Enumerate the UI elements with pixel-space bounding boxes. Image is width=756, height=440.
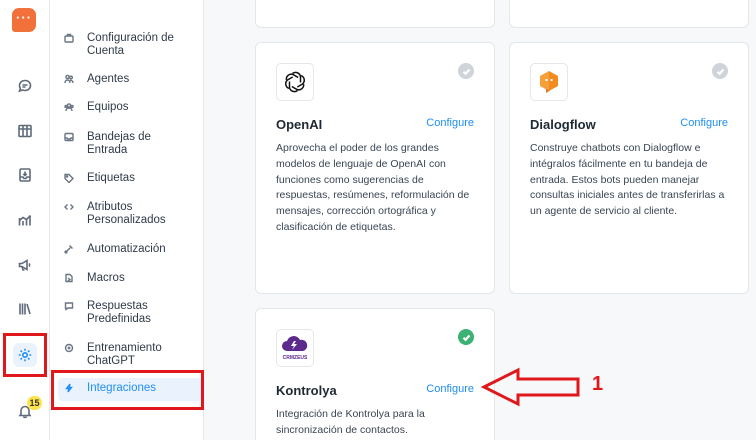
sidebar-item-account-settings[interactable]: Configuración de Cuenta bbox=[58, 32, 202, 58]
code-icon bbox=[64, 202, 78, 216]
app-logo[interactable]: ··· bbox=[12, 8, 36, 32]
dialogflow-logo-icon bbox=[530, 63, 568, 101]
notification-badge: 15 bbox=[27, 396, 42, 410]
card-description: Construye chatbots con Dialogflow e inté… bbox=[530, 142, 725, 218]
automation-icon bbox=[64, 244, 78, 258]
status-check-icon bbox=[458, 63, 474, 79]
kanban-icon[interactable] bbox=[13, 119, 37, 143]
sidebar-item-label: Entrenamiento ChatGPT bbox=[87, 342, 162, 367]
sidebar-item-automation[interactable]: Automatización bbox=[58, 243, 202, 258]
team-icon bbox=[64, 102, 78, 116]
integration-card-partial bbox=[255, 0, 495, 28]
tag-icon bbox=[64, 173, 78, 187]
annotation-highlight-settings bbox=[3, 333, 47, 377]
configure-link[interactable]: Configure bbox=[426, 117, 474, 129]
sidebar-item-label: Atributos Personalizados bbox=[87, 201, 166, 226]
sidebar-item-canned-responses[interactable]: Respuestas Predefinidas bbox=[58, 300, 202, 326]
people-icon bbox=[64, 74, 78, 88]
configure-link[interactable]: Configure bbox=[680, 117, 728, 129]
ai-icon bbox=[64, 343, 78, 357]
sidebar-item-inboxes[interactable]: Bandejas de Entrada bbox=[58, 131, 202, 157]
sidebar-item-label: Etiquetas bbox=[87, 172, 135, 184]
macro-icon bbox=[64, 273, 78, 287]
sidebar-item-label: Respuestas Predefinidas bbox=[87, 300, 151, 325]
card-description: Integración de Kontrolya para la sincron… bbox=[276, 408, 425, 436]
sidebar-item-label: Automatización bbox=[87, 243, 166, 255]
sidebar-item-label: Bandejas de Entrada bbox=[87, 131, 151, 156]
sidebar-item-custom-attributes[interactable]: Atributos Personalizados bbox=[58, 201, 202, 227]
sidebar-item-agents[interactable]: Agentes bbox=[58, 73, 202, 88]
annotation-highlight-integrations bbox=[51, 370, 204, 410]
campaigns-icon[interactable] bbox=[13, 253, 37, 277]
sidebar-item-labels[interactable]: Etiquetas bbox=[58, 172, 202, 187]
status-check-icon bbox=[712, 63, 728, 79]
sidebar-item-label: Configuración de Cuenta bbox=[87, 32, 174, 57]
annotation-number: 1 bbox=[592, 373, 604, 395]
card-title: Kontrolya bbox=[276, 383, 337, 398]
sidebar-item-macros[interactable]: Macros bbox=[58, 272, 202, 287]
crmzeus-logo-icon: CRMZEUS bbox=[276, 329, 314, 367]
briefcase-icon bbox=[64, 33, 78, 47]
inbox-icon[interactable] bbox=[13, 163, 37, 187]
annotation-arrow-icon bbox=[480, 367, 580, 407]
integration-card-dialogflow: Dialogflow Configure Construye chatbots … bbox=[509, 42, 749, 294]
sidebar-item-teams[interactable]: Equipos bbox=[58, 101, 202, 116]
integration-card-openai: OpenAI Configure Aprovecha el poder de l… bbox=[255, 42, 495, 294]
sidebar-item-label: Equipos bbox=[87, 101, 129, 113]
crmzeus-logo-text: CRMZEUS bbox=[282, 355, 308, 361]
integration-card-kontrolya: CRMZEUS Kontrolya Configure Integración … bbox=[255, 308, 495, 440]
card-description: Aprovecha el poder de los grandes modelo… bbox=[276, 142, 470, 233]
chat-icon[interactable] bbox=[13, 74, 37, 98]
sidebar-item-label: Agentes bbox=[87, 73, 130, 85]
sidebar-item-label: Macros bbox=[87, 272, 125, 284]
status-check-icon bbox=[458, 329, 474, 345]
inbox-icon bbox=[64, 132, 78, 146]
card-title: OpenAI bbox=[276, 117, 323, 132]
chat-bubble-icon bbox=[64, 301, 78, 315]
configure-link[interactable]: Configure bbox=[426, 383, 474, 395]
reports-icon[interactable] bbox=[13, 208, 37, 232]
library-icon[interactable] bbox=[13, 297, 37, 321]
openai-logo-icon bbox=[276, 63, 314, 101]
sidebar-item-chatgpt-training[interactable]: Entrenamiento ChatGPT bbox=[58, 342, 202, 368]
card-title: Dialogflow bbox=[530, 117, 596, 132]
integration-card-partial bbox=[509, 0, 749, 28]
